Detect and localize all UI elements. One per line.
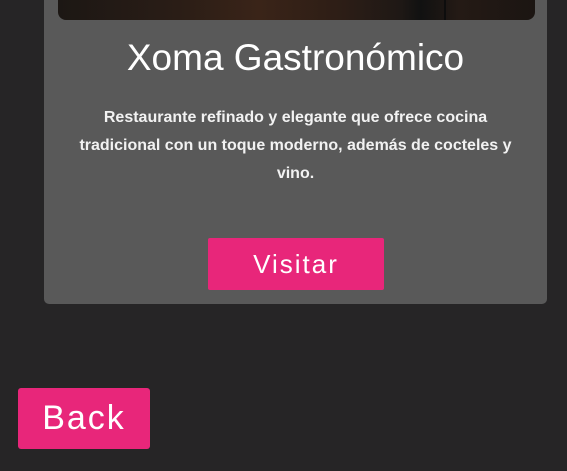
restaurant-card: Xoma Gastronómico Restaurante refinado y… [44, 0, 547, 304]
restaurant-photo [58, 0, 535, 20]
restaurant-description: Restaurante refinado y elegante que ofre… [79, 109, 512, 182]
back-button[interactable]: Back [18, 388, 150, 449]
photo-divider [444, 0, 446, 20]
restaurant-name: Xoma Gastronómico [126, 37, 465, 78]
visit-button[interactable]: Visitar [208, 238, 384, 290]
